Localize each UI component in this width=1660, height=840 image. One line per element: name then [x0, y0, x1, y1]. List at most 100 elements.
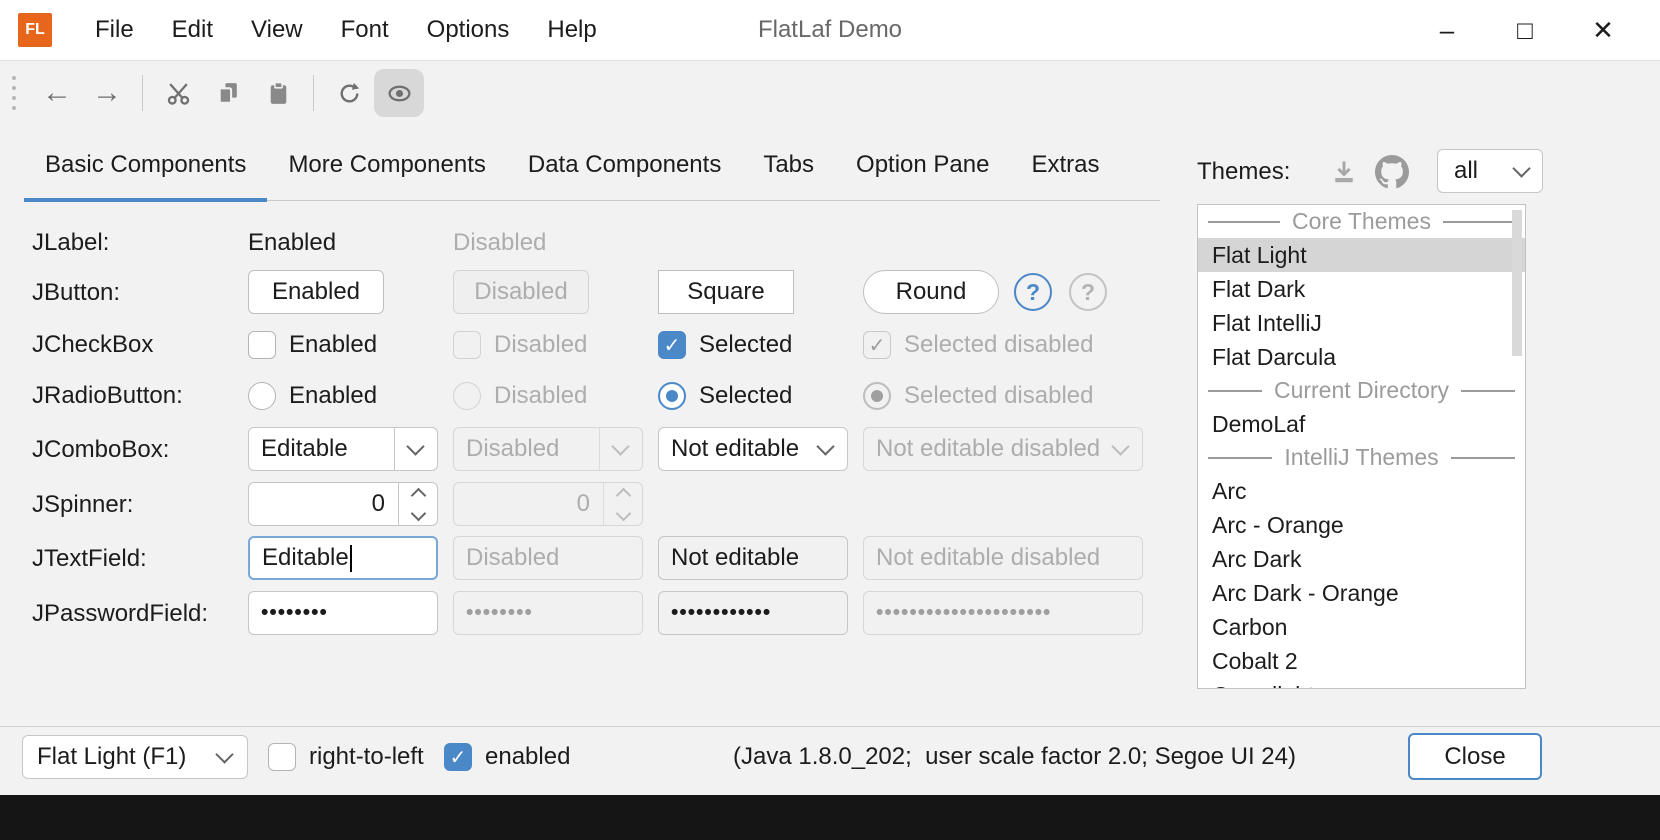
jcheckbox-row: JCheckBox Enabled Disabled ✓ Selected ✓ …: [32, 322, 1162, 368]
tab-data-components[interactable]: Data Components: [507, 151, 742, 200]
jcheckbox-row-label: JCheckBox: [32, 322, 153, 368]
textfield-editable[interactable]: Editable: [248, 536, 438, 580]
combobox-not-editable[interactable]: Not editable: [658, 427, 848, 471]
paste-button[interactable]: [253, 69, 303, 117]
theme-group-separator: Current Directory: [1198, 374, 1525, 407]
toolbar-grip-handle[interactable]: [12, 76, 16, 110]
menu-bar: File Edit View Font Options Help: [76, 0, 616, 60]
jlabel-disabled: Disabled: [453, 220, 546, 266]
radio-enabled[interactable]: Enabled: [248, 373, 377, 419]
themes-list[interactable]: Core Themes Flat Light Flat Dark Flat In…: [1197, 204, 1526, 689]
theme-item-flat-darcula[interactable]: Flat Darcula: [1198, 340, 1525, 374]
passwordfield-not-editable[interactable]: ••••••••••••: [658, 591, 848, 635]
theme-item-cyan-light[interactable]: Cyan light: [1198, 678, 1525, 689]
textfield-value: Not editable: [671, 544, 799, 572]
theme-item-carbon[interactable]: Carbon: [1198, 610, 1525, 644]
password-dots: •••••••••••••••••••••: [876, 601, 1051, 625]
theme-item-flat-light[interactable]: Flat Light: [1198, 238, 1525, 272]
refresh-button[interactable]: [324, 69, 374, 117]
back-arrow-icon: ←: [42, 76, 72, 110]
radio-disabled: Disabled: [453, 373, 587, 419]
cut-button[interactable]: [153, 69, 203, 117]
close-window-button[interactable]: ✕: [1564, 0, 1642, 60]
combobox-not-editable-disabled: Not editable disabled: [863, 427, 1143, 471]
theme-group-separator: IntelliJ Themes: [1198, 441, 1525, 474]
tab-basic-components[interactable]: Basic Components: [24, 151, 267, 200]
download-theme-button[interactable]: [1326, 154, 1362, 190]
disabled-button: Disabled: [453, 270, 589, 314]
round-button[interactable]: Round: [863, 270, 999, 314]
menu-edit[interactable]: Edit: [153, 0, 232, 60]
passwordfield-editable[interactable]: ••••••••: [248, 591, 438, 635]
tab-tabs[interactable]: Tabs: [742, 151, 835, 200]
square-button[interactable]: Square: [658, 270, 794, 314]
theme-item-flat-intellij[interactable]: Flat IntelliJ: [1198, 306, 1525, 340]
checkbox-label: right-to-left: [309, 743, 424, 771]
checkbox-checked-icon: ✓: [658, 331, 686, 359]
jpasswordfield-row: JPasswordField: •••••••• •••••••• ••••••…: [32, 591, 1162, 637]
back-button[interactable]: ←: [32, 69, 82, 117]
checkbox-selected[interactable]: ✓ Selected: [658, 322, 792, 368]
checkbox-selected-disabled: ✓ Selected disabled: [863, 322, 1093, 368]
scissors-icon: [165, 80, 192, 107]
chevron-up-icon: [410, 487, 426, 503]
menu-font[interactable]: Font: [322, 0, 408, 60]
show-hidden-toggle-button[interactable]: [374, 69, 424, 117]
checkbox-label: Enabled: [289, 331, 377, 359]
tab-bar: Basic Components More Components Data Co…: [24, 128, 1160, 201]
chevron-down-icon: [816, 437, 834, 455]
right-to-left-checkbox[interactable]: right-to-left: [268, 727, 424, 787]
enabled-checkbox[interactable]: ✓ enabled: [444, 727, 570, 787]
minimize-button[interactable]: –: [1408, 0, 1486, 60]
jcombobox-row-label: JComboBox:: [32, 427, 169, 473]
toolbar-separator: [313, 75, 314, 111]
theme-item-flat-dark[interactable]: Flat Dark: [1198, 272, 1525, 306]
chevron-down-icon: [215, 745, 233, 763]
chevron-down-icon: [615, 505, 631, 521]
chevron-down-icon: [1111, 437, 1129, 455]
tab-option-pane[interactable]: Option Pane: [835, 151, 1010, 200]
theme-item-arc-dark-orange[interactable]: Arc Dark - Orange: [1198, 576, 1525, 610]
theme-item-arc[interactable]: Arc: [1198, 474, 1525, 508]
github-link-button[interactable]: [1374, 154, 1410, 190]
combobox-editable[interactable]: Editable: [248, 427, 438, 471]
eye-icon: [386, 80, 413, 107]
radio-selected[interactable]: Selected: [658, 373, 792, 419]
enabled-button[interactable]: Enabled: [248, 270, 384, 314]
menu-file[interactable]: File: [76, 0, 153, 60]
checkbox-label: Selected disabled: [904, 331, 1093, 359]
theme-filter-combobox[interactable]: all: [1437, 149, 1543, 193]
copy-button[interactable]: [203, 69, 253, 117]
tab-extras[interactable]: Extras: [1010, 151, 1120, 200]
radio-label: Enabled: [289, 382, 377, 410]
theme-item-arc-dark[interactable]: Arc Dark: [1198, 542, 1525, 576]
spinner-arrows[interactable]: [398, 483, 437, 525]
laf-combobox[interactable]: Flat Light (F1): [22, 735, 248, 779]
forward-button[interactable]: →: [82, 69, 132, 117]
laf-combobox-value: Flat Light (F1): [37, 743, 186, 771]
theme-item-demolaf[interactable]: DemoLaf: [1198, 407, 1525, 441]
theme-item-arc-orange[interactable]: Arc - Orange: [1198, 508, 1525, 542]
title-bar: FL File Edit View Font Options Help Flat…: [0, 0, 1660, 61]
menu-view[interactable]: View: [232, 0, 322, 60]
checkbox-checked-icon: ✓: [863, 331, 891, 359]
github-icon: [1375, 155, 1409, 189]
checkbox-enabled[interactable]: Enabled: [248, 322, 377, 368]
jcombobox-row: JComboBox: Editable Disabled Not editabl…: [32, 427, 1162, 473]
menu-help[interactable]: Help: [528, 0, 615, 60]
text-caret: [350, 545, 352, 572]
tab-more-components[interactable]: More Components: [267, 151, 506, 200]
password-dots: ••••••••: [261, 601, 328, 625]
radio-selected-icon: [863, 382, 891, 410]
radio-icon: [453, 382, 481, 410]
theme-item-cobalt-2[interactable]: Cobalt 2: [1198, 644, 1525, 678]
chevron-up-icon: [615, 487, 631, 503]
menu-options[interactable]: Options: [408, 0, 529, 60]
help-button[interactable]: ?: [1014, 273, 1052, 311]
textfield-not-editable[interactable]: Not editable: [658, 536, 848, 580]
themes-scrollbar-thumb[interactable]: [1512, 210, 1522, 356]
close-button[interactable]: Close: [1408, 733, 1542, 780]
maximize-button[interactable]: □: [1486, 0, 1564, 60]
spinner-enabled[interactable]: 0: [248, 482, 438, 526]
copy-icon: [215, 80, 242, 107]
